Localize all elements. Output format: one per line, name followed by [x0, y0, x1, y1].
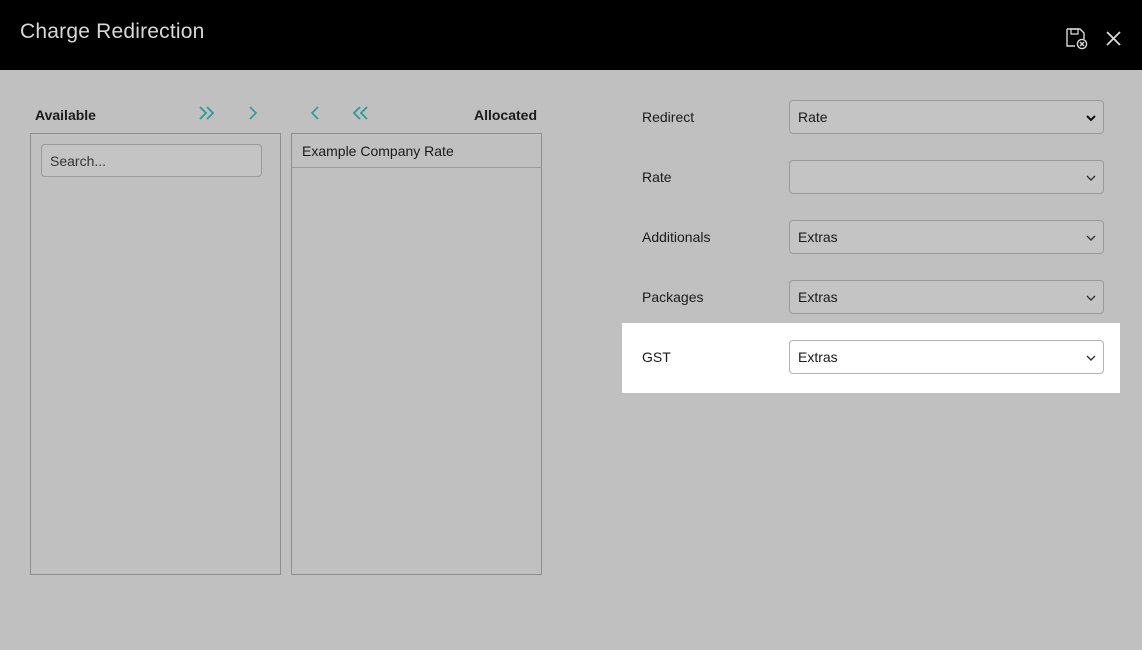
move-left-button[interactable]: [302, 101, 328, 125]
packages-select-value: Extras: [798, 289, 838, 305]
redirect-select[interactable]: Rate: [789, 100, 1104, 134]
allocated-list[interactable]: Example Company Rate: [291, 133, 542, 575]
rate-select[interactable]: [789, 160, 1104, 194]
move-right-button[interactable]: [240, 101, 266, 125]
redirect-label: Redirect: [642, 109, 695, 125]
redirect-select-value: Rate: [798, 109, 828, 125]
double-chevron-right-icon: [199, 106, 215, 120]
chevron-right-icon: [249, 106, 258, 120]
chevron-down-icon: [1086, 175, 1096, 181]
chevron-down-icon: [1086, 235, 1096, 241]
form-row-additionals: Additionals Extras: [642, 220, 1104, 254]
form-row-packages: Packages Extras: [642, 280, 1104, 314]
form-row-rate: Rate: [642, 160, 1104, 194]
packages-label: Packages: [642, 289, 704, 305]
search-input[interactable]: [41, 144, 262, 177]
gst-label: GST: [642, 349, 671, 365]
allocated-label: Allocated: [473, 107, 537, 123]
available-list[interactable]: [30, 133, 281, 575]
chevron-down-icon: [1086, 355, 1096, 361]
chevron-left-icon: [310, 106, 319, 120]
additionals-select[interactable]: Extras: [789, 220, 1104, 254]
save-close-icon[interactable]: [1064, 26, 1088, 50]
chevron-down-icon: [1086, 115, 1096, 122]
dialog-title: Charge Redirection: [20, 20, 205, 43]
available-label: Available: [35, 107, 96, 123]
move-all-left-button[interactable]: [347, 101, 373, 125]
list-item[interactable]: Example Company Rate: [292, 134, 542, 168]
move-all-right-button[interactable]: [194, 101, 220, 125]
gst-select-value: Extras: [798, 349, 838, 365]
rate-label: Rate: [642, 169, 672, 185]
chevron-down-icon: [1086, 295, 1096, 301]
additionals-label: Additionals: [642, 229, 711, 245]
double-chevron-left-icon: [352, 106, 368, 120]
dialog-header: Charge Redirection: [0, 0, 1142, 70]
form-row-redirect: Redirect Rate: [642, 100, 1104, 134]
form-row-gst: GST Extras: [642, 340, 1104, 374]
gst-select[interactable]: Extras: [789, 340, 1104, 374]
packages-select[interactable]: Extras: [789, 280, 1104, 314]
close-icon[interactable]: [1102, 26, 1126, 50]
additionals-select-value: Extras: [798, 229, 838, 245]
